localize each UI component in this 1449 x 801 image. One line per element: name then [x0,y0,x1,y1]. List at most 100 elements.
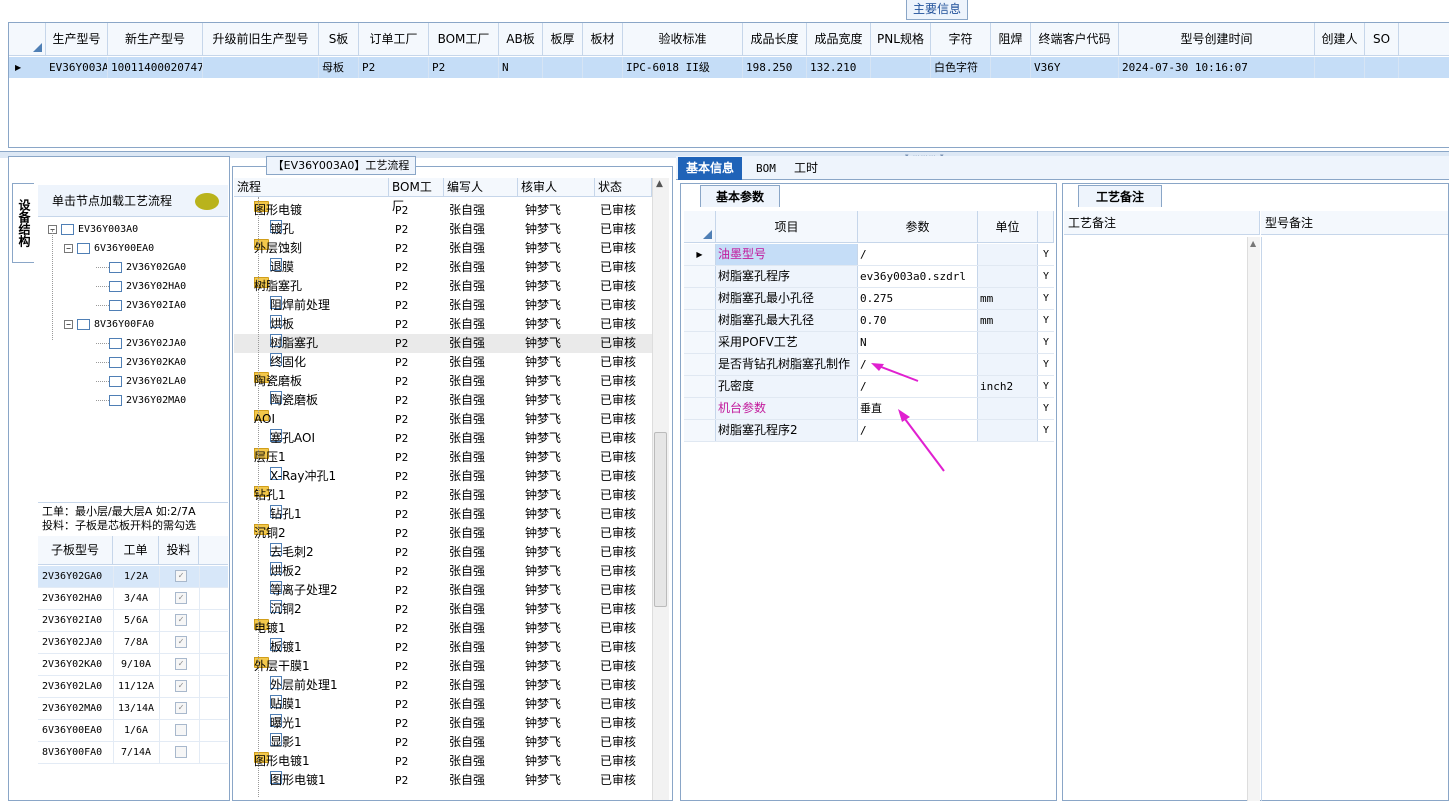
param-value[interactable]: 0.70 [858,310,978,331]
col-process-note[interactable]: 工艺备注 [1064,211,1260,235]
param-row[interactable]: 采用POFV工艺 N Y [684,332,1054,354]
cell-material[interactable] [583,57,623,78]
cell-model[interactable]: EV36Y003A0 [46,57,108,78]
col-thickness[interactable]: 板厚 [543,23,583,56]
col-width[interactable]: 成品宽度 [807,23,871,56]
table-row[interactable]: 8V36Y00FA0 7/14A [38,742,228,764]
grid-corner[interactable] [684,211,716,243]
col-order-factory[interactable]: 订单工厂 [359,23,429,56]
cell-ab-board[interactable]: N [499,57,543,78]
table-row[interactable]: 6V36Y00EA0 1/6A [38,720,228,742]
param-value[interactable]: ev36y003a0.szdrl [858,266,978,287]
table-row[interactable]: 2V36Y02KA0 9/10A ✓ [38,654,228,676]
process-row[interactable]: −陶瓷磨板P2张自强钟梦飞已审核 [234,372,652,391]
tree-node[interactable]: 2V36Y02HA0 [96,279,186,295]
cell-creator[interactable] [1315,57,1365,78]
col-bom-factory[interactable]: BOM工厂 [429,23,499,56]
cell-new-model[interactable]: 10011400020747 [108,57,203,78]
collapse-icon[interactable]: − [64,319,73,329]
grid-corner[interactable] [9,23,46,56]
feed-checkbox[interactable] [175,746,187,758]
tab-bom[interactable]: BOM [748,157,784,180]
col-length[interactable]: 成品长度 [743,23,807,56]
process-row[interactable]: −电镀1P2张自强钟梦飞已审核 [234,619,652,638]
tab-structure[interactable]: 设备结构 [12,183,34,263]
process-row[interactable]: 镀孔 P2 张自强 钟梦飞 已审核 [234,220,652,239]
col-process-3[interactable]: 核审人 [518,178,595,197]
col-order[interactable]: 工单 [113,536,159,565]
tree-node[interactable]: 2V36Y02JA0 [96,336,186,352]
process-row[interactable]: 树脂塞孔 P2 张自强 钟梦飞 已审核 [234,334,652,353]
feed-checkbox[interactable]: ✓ [175,592,187,604]
col-model[interactable]: 生产型号 [46,23,108,56]
note-scrollbar[interactable]: ▲ [1247,237,1260,801]
feed-checkbox[interactable]: ✓ [175,570,187,582]
cell-s-board[interactable]: 母板 [319,57,359,78]
col-item[interactable]: 项目 [716,211,858,243]
col-process-4[interactable]: 状态 [595,178,652,197]
process-row[interactable]: 外层前处理1 P2 张自强 钟梦飞 已审核 [234,676,652,695]
scroll-up-icon[interactable]: ▲ [1250,239,1256,248]
col-creator[interactable]: 创建人 [1315,23,1365,56]
col-unit[interactable]: 单位 [978,211,1038,243]
table-row[interactable]: 2V36Y02LA0 11/12A ✓ [38,676,228,698]
tree-node[interactable]: − 8V36Y00FA0 [64,317,154,333]
cell-standard[interactable]: IPC-6018 II级 [623,57,743,78]
param-value[interactable]: / [858,244,978,265]
comment-bubble-icon[interactable] [195,193,219,210]
process-row[interactable]: 终固化 P2 张自强 钟梦飞 已审核 [234,353,652,372]
cell-customer[interactable]: V36Y [1031,57,1119,78]
feed-checkbox[interactable] [175,724,187,736]
col-feed[interactable]: 投料 [159,536,199,565]
row-header[interactable] [684,288,716,309]
col-mask[interactable]: 阻焊 [991,23,1031,56]
col-model-note[interactable]: 型号备注 [1261,211,1448,235]
process-row[interactable]: 烘板 P2 张自强 钟梦飞 已审核 [234,315,652,334]
param-row[interactable]: 树脂塞孔最大孔径 0.70 mm Y [684,310,1054,332]
col-standard[interactable]: 验收标准 [623,23,743,56]
feed-checkbox[interactable]: ✓ [175,658,187,670]
feed-checkbox[interactable]: ✓ [175,680,187,692]
tab-work-hours[interactable]: 工时 [786,157,826,180]
col-new-model[interactable]: 新生产型号 [108,23,203,56]
process-row[interactable]: 曝光1 P2 张自强 钟梦飞 已审核 [234,714,652,733]
table-row[interactable]: 2V36Y02JA0 7/8A ✓ [38,632,228,654]
tab-basic-info[interactable]: 基本信息 [678,157,743,180]
cell-old-model[interactable] [203,57,319,78]
tree-node[interactable]: 2V36Y02LA0 [96,374,186,390]
process-row[interactable]: −外层干膜1P2张自强钟梦飞已审核 [234,657,652,676]
tree-node[interactable]: 2V36Y02MA0 [96,393,186,409]
tree-node[interactable]: 2V36Y02GA0 [96,260,186,276]
process-row[interactable]: 退膜 P2 张自强 钟梦飞 已审核 [234,258,652,277]
row-header[interactable] [684,332,716,353]
col-process-1[interactable]: BOM工厂 [389,178,444,213]
process-row[interactable]: 等离子处理2 P2 张自强 钟梦飞 已审核 [234,581,652,600]
row-header[interactable] [684,310,716,331]
cell-bom-factory[interactable]: P2 [429,57,499,78]
process-row[interactable]: X-Ray冲孔1 P2 张自强 钟梦飞 已审核 [234,467,652,486]
col-process-2[interactable]: 编写人 [444,178,518,197]
scroll-up-icon[interactable]: ▲ [656,179,663,189]
tree-node[interactable]: 2V36Y02KA0 [96,355,186,371]
table-row[interactable]: 2V36Y02HA0 3/4A ✓ [38,588,228,610]
cell-char[interactable]: 白色字符 [931,57,991,78]
process-row[interactable]: 贴膜1 P2 张自强 钟梦飞 已审核 [234,695,652,714]
main-info-title[interactable]: 主要信息 [906,0,968,20]
cell-so[interactable] [1365,57,1399,78]
cell-thickness[interactable] [543,57,583,78]
param-value[interactable]: 0.275 [858,288,978,309]
process-row[interactable]: 图形电镀1 P2 张自强 钟梦飞 已审核 [234,771,652,790]
feed-checkbox[interactable]: ✓ [175,614,187,626]
col-process-0[interactable]: 流程 [234,178,389,197]
process-row[interactable]: −钻孔1P2张自强钟梦飞已审核 [234,486,652,505]
process-row[interactable]: 钻孔1 P2 张自强 钟梦飞 已审核 [234,505,652,524]
tree-node[interactable]: − EV36Y003A0 [48,222,138,238]
col-subboard-model[interactable]: 子板型号 [38,536,113,565]
process-row[interactable]: −外层蚀刻P2张自强钟梦飞已审核 [234,239,652,258]
col-ab-board[interactable]: AB板 [499,23,543,56]
process-row[interactable]: 沉铜2 P2 张自强 钟梦飞 已审核 [234,600,652,619]
table-row[interactable]: 2V36Y02IA0 5/6A ✓ [38,610,228,632]
feed-checkbox[interactable]: ✓ [175,636,187,648]
param-row[interactable]: ▶ 油墨型号 / Y [684,244,1054,266]
row-header[interactable] [684,266,716,287]
